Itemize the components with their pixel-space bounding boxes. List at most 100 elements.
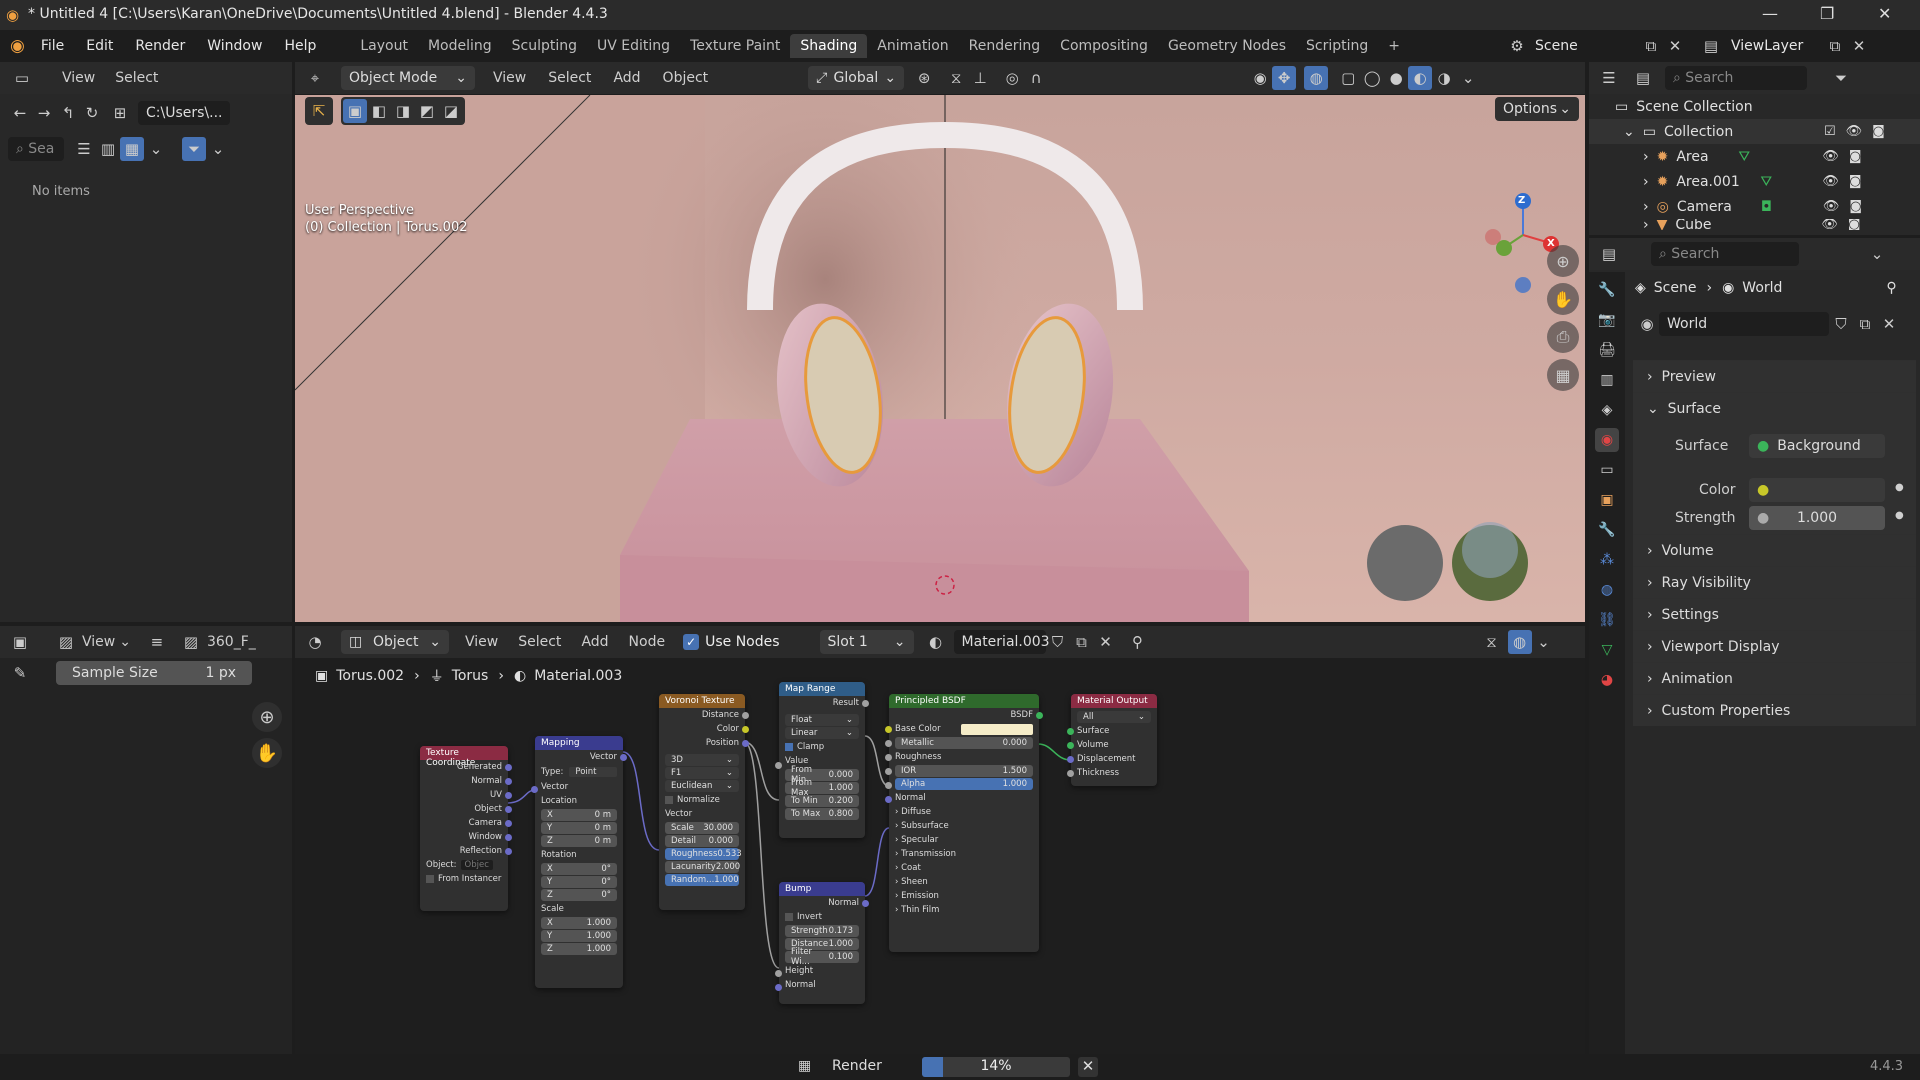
socket-normal-in[interactable] [885, 796, 892, 803]
bsdf-panel-sheen[interactable]: › Sheen [889, 875, 1039, 889]
xray-icon[interactable]: ▢ [1336, 66, 1360, 90]
socket-bsdf-out[interactable] [1036, 712, 1043, 719]
rendered-shading-icon[interactable]: ◑ [1432, 66, 1456, 90]
instancer-checkbox[interactable] [426, 875, 434, 883]
world-name-field[interactable]: World [1659, 312, 1829, 336]
bsdf-alpha-field[interactable]: Alpha 1.000 [895, 778, 1033, 790]
render-tab-icon[interactable]: 📷 [1595, 308, 1619, 332]
short-list-icon[interactable]: ▥ [96, 137, 120, 161]
pb-scene-label[interactable]: Scene [1654, 280, 1697, 296]
voronoi-lacunarity-field[interactable]: Lacunarity 2.000 [665, 861, 740, 873]
output-tab-icon[interactable]: 🖨 [1595, 338, 1619, 362]
color-field[interactable]: ● [1749, 478, 1885, 502]
output-target-dropdown[interactable]: All ⌄ [1077, 711, 1151, 723]
outliner-item-area[interactable]: › ✹ Area ⛛ 👁 ◙ [1589, 144, 1920, 169]
outliner-search-input[interactable]: ⌕ Search [1665, 66, 1807, 90]
tab-texture-paint[interactable]: Texture Paint [680, 34, 790, 58]
bsdf-panel-specular[interactable]: › Specular [889, 833, 1039, 847]
ie-view-menu[interactable]: View [82, 634, 115, 650]
tab-layout[interactable]: Layout [350, 34, 418, 58]
slot-dropdown[interactable]: Slot 1 ⌄ [819, 630, 914, 654]
clamp-checkbox[interactable] [785, 743, 793, 751]
tab-modeling[interactable]: Modeling [418, 34, 502, 58]
object-mode-dropdown[interactable]: Object Mode ⌄ [341, 66, 475, 90]
socket-volume[interactable] [1067, 742, 1074, 749]
view-options-chevron-icon[interactable]: ⌄ [144, 137, 168, 161]
socket-surface[interactable] [1067, 728, 1074, 735]
solid-shading-icon[interactable]: ● [1384, 66, 1408, 90]
particles-tab-icon[interactable]: ⁂ [1595, 548, 1619, 572]
vp-menu-view[interactable]: View [493, 70, 526, 86]
unlink-material-icon[interactable]: ✕ [1094, 630, 1118, 654]
voronoi-feature-dropdown[interactable]: F1 ⌄ [665, 767, 739, 779]
ie-view-chevron-icon[interactable]: ⌄ [119, 634, 131, 650]
socket-voronoi-distance[interactable] [742, 712, 749, 719]
transform-orientation-dropdown[interactable]: ⤢ Global ⌄ [808, 66, 905, 90]
panel-custom-properties[interactable]: › Custom Properties [1633, 694, 1916, 726]
ne-menu-view[interactable]: View [465, 634, 498, 650]
socket-voronoi-position[interactable] [742, 740, 749, 747]
mapping-type-dropdown[interactable]: Point [569, 767, 617, 777]
maprange-from-max[interactable]: From Max 1.000 [785, 778, 859, 798]
fb-menu-view[interactable]: View [62, 70, 95, 86]
list-view-icon[interactable]: ☰ [72, 137, 96, 161]
pin-icon[interactable]: ⚲ [1126, 630, 1150, 654]
properties-type-icon[interactable]: ▤ [1597, 242, 1621, 266]
3d-viewport-type-icon[interactable]: ⌖ [303, 66, 327, 90]
socket-maprange-result[interactable] [862, 700, 869, 707]
strength-keyframe-icon[interactable]: ● [1895, 510, 1904, 521]
panel-preview[interactable]: › Preview [1633, 360, 1916, 392]
options-dropdown[interactable]: Options ⌄ [1495, 97, 1579, 121]
refresh-icon[interactable]: ↻ [80, 101, 104, 125]
filter-chevron-icon[interactable]: ⌄ [206, 137, 230, 161]
image-icon[interactable]: ▨ [54, 630, 78, 654]
material-tab-icon[interactable]: ◕ [1595, 668, 1619, 692]
eyedropper-icon[interactable]: ✎ [8, 661, 32, 685]
wireframe-shading-icon[interactable]: ◯ [1360, 66, 1384, 90]
mapping-loc-y[interactable]: Y 0 m [541, 822, 617, 834]
bsdf-panel-emission[interactable]: › Emission [889, 889, 1039, 903]
gizmo-neg-x-ball[interactable] [1485, 229, 1501, 245]
cube-eye-icon[interactable]: 👁 [1821, 219, 1838, 230]
maprange-to-max[interactable]: To Max 0.800 [785, 808, 859, 820]
socket-normal[interactable] [505, 778, 512, 785]
voronoi-roughness-field[interactable]: Roughness 0.533 [665, 848, 742, 860]
socket-uv[interactable] [505, 792, 512, 799]
panel-volume[interactable]: › Volume [1633, 534, 1916, 566]
mapping-loc-x[interactable]: X 0 m [541, 809, 617, 821]
bsdf-ior-field[interactable]: IOR 1.500 [895, 765, 1033, 777]
view-layer-name[interactable]: ViewLayer [1723, 38, 1823, 54]
node-material-output[interactable]: Material Output All ⌄ Surface Volume Disp… [1067, 694, 1157, 786]
camera-view-icon[interactable]: ⎙ [1547, 321, 1579, 353]
ne-menu-select[interactable]: Select [518, 634, 561, 650]
socket-camera[interactable] [505, 820, 512, 827]
voronoi-random-field[interactable]: Random... 1.000 [665, 874, 739, 886]
cube-render-icon[interactable]: ◙ [1848, 219, 1861, 230]
view-layer-icon[interactable]: ▤ [1699, 34, 1723, 58]
panel-settings[interactable]: › Settings [1633, 598, 1916, 630]
collection-checkbox-icon[interactable]: ☑ [1824, 124, 1836, 139]
object-tab-icon[interactable]: ▣ [1595, 488, 1619, 512]
select-cursor-icon[interactable]: ⇱ [307, 99, 331, 123]
image-editor-type-icon[interactable]: ▣ [8, 630, 32, 654]
mapping-scl-y[interactable]: Y 1.000 [541, 930, 617, 942]
select-intersect-icon[interactable]: ◪ [439, 99, 463, 123]
socket-bump-height[interactable] [775, 970, 782, 977]
hamburger-icon[interactable]: ≡ [145, 630, 169, 654]
gizmo-toggle-icon[interactable]: ✥ [1272, 66, 1297, 90]
pivot-icon[interactable]: ⊛ [912, 66, 936, 90]
node-editor-canvas[interactable]: ▣ Torus.002 › ⏚ Torus › ◐ Material.003 T… [295, 658, 1585, 1054]
viewport-zoom-icon[interactable]: ⊕ [1547, 245, 1579, 277]
blender-menu-icon[interactable]: ◉ [10, 36, 25, 56]
outliner-type-icon[interactable]: ☰ [1597, 66, 1621, 90]
minimize-button[interactable]: — [1762, 4, 1778, 23]
new-folder-icon[interactable]: ⊞ [108, 101, 132, 125]
material-shading-icon[interactable]: ◐ [1408, 66, 1433, 90]
menu-render[interactable]: Render [135, 38, 185, 54]
ne-overlay-chevron-icon[interactable]: ⌄ [1532, 630, 1556, 654]
outliner-collection[interactable]: ⌄ ▭ Collection ☑ 👁 ◙ [1589, 119, 1920, 144]
node-texture-coordinate[interactable]: Texture Coordinate Generated Normal UV O… [420, 746, 512, 911]
socket-reflection[interactable] [505, 848, 512, 855]
select-extend-icon[interactable]: ◧ [367, 99, 391, 123]
snap-node-icon[interactable]: ⧖ [1480, 630, 1504, 654]
